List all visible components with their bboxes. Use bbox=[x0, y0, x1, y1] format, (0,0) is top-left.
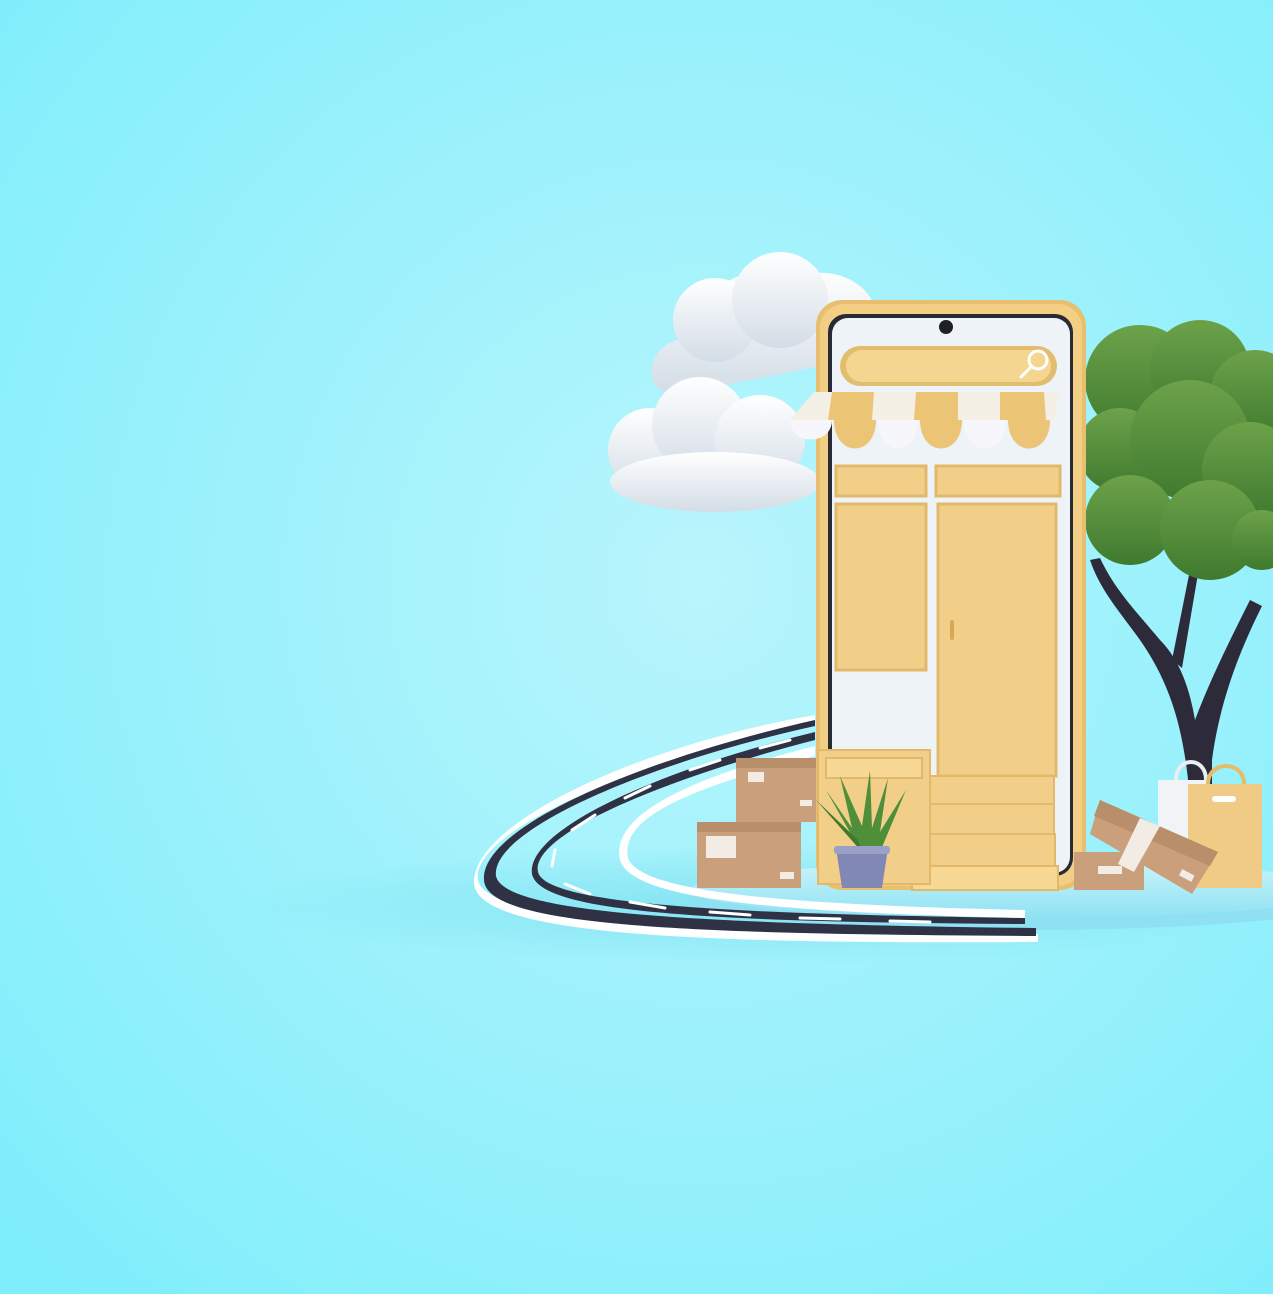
shop-window bbox=[834, 502, 928, 672]
camera-icon bbox=[939, 320, 953, 334]
box-icon bbox=[736, 758, 816, 822]
smartphone bbox=[816, 300, 1086, 891]
door-handle bbox=[950, 620, 954, 640]
shop-steps bbox=[911, 775, 1059, 891]
shop-sign-right bbox=[934, 464, 1062, 498]
box-icon bbox=[697, 822, 801, 888]
shop-door bbox=[936, 502, 1058, 778]
shop-sign-left bbox=[834, 464, 928, 498]
illustration-canvas bbox=[0, 0, 1273, 1294]
ecommerce-illustration bbox=[0, 0, 1273, 1294]
